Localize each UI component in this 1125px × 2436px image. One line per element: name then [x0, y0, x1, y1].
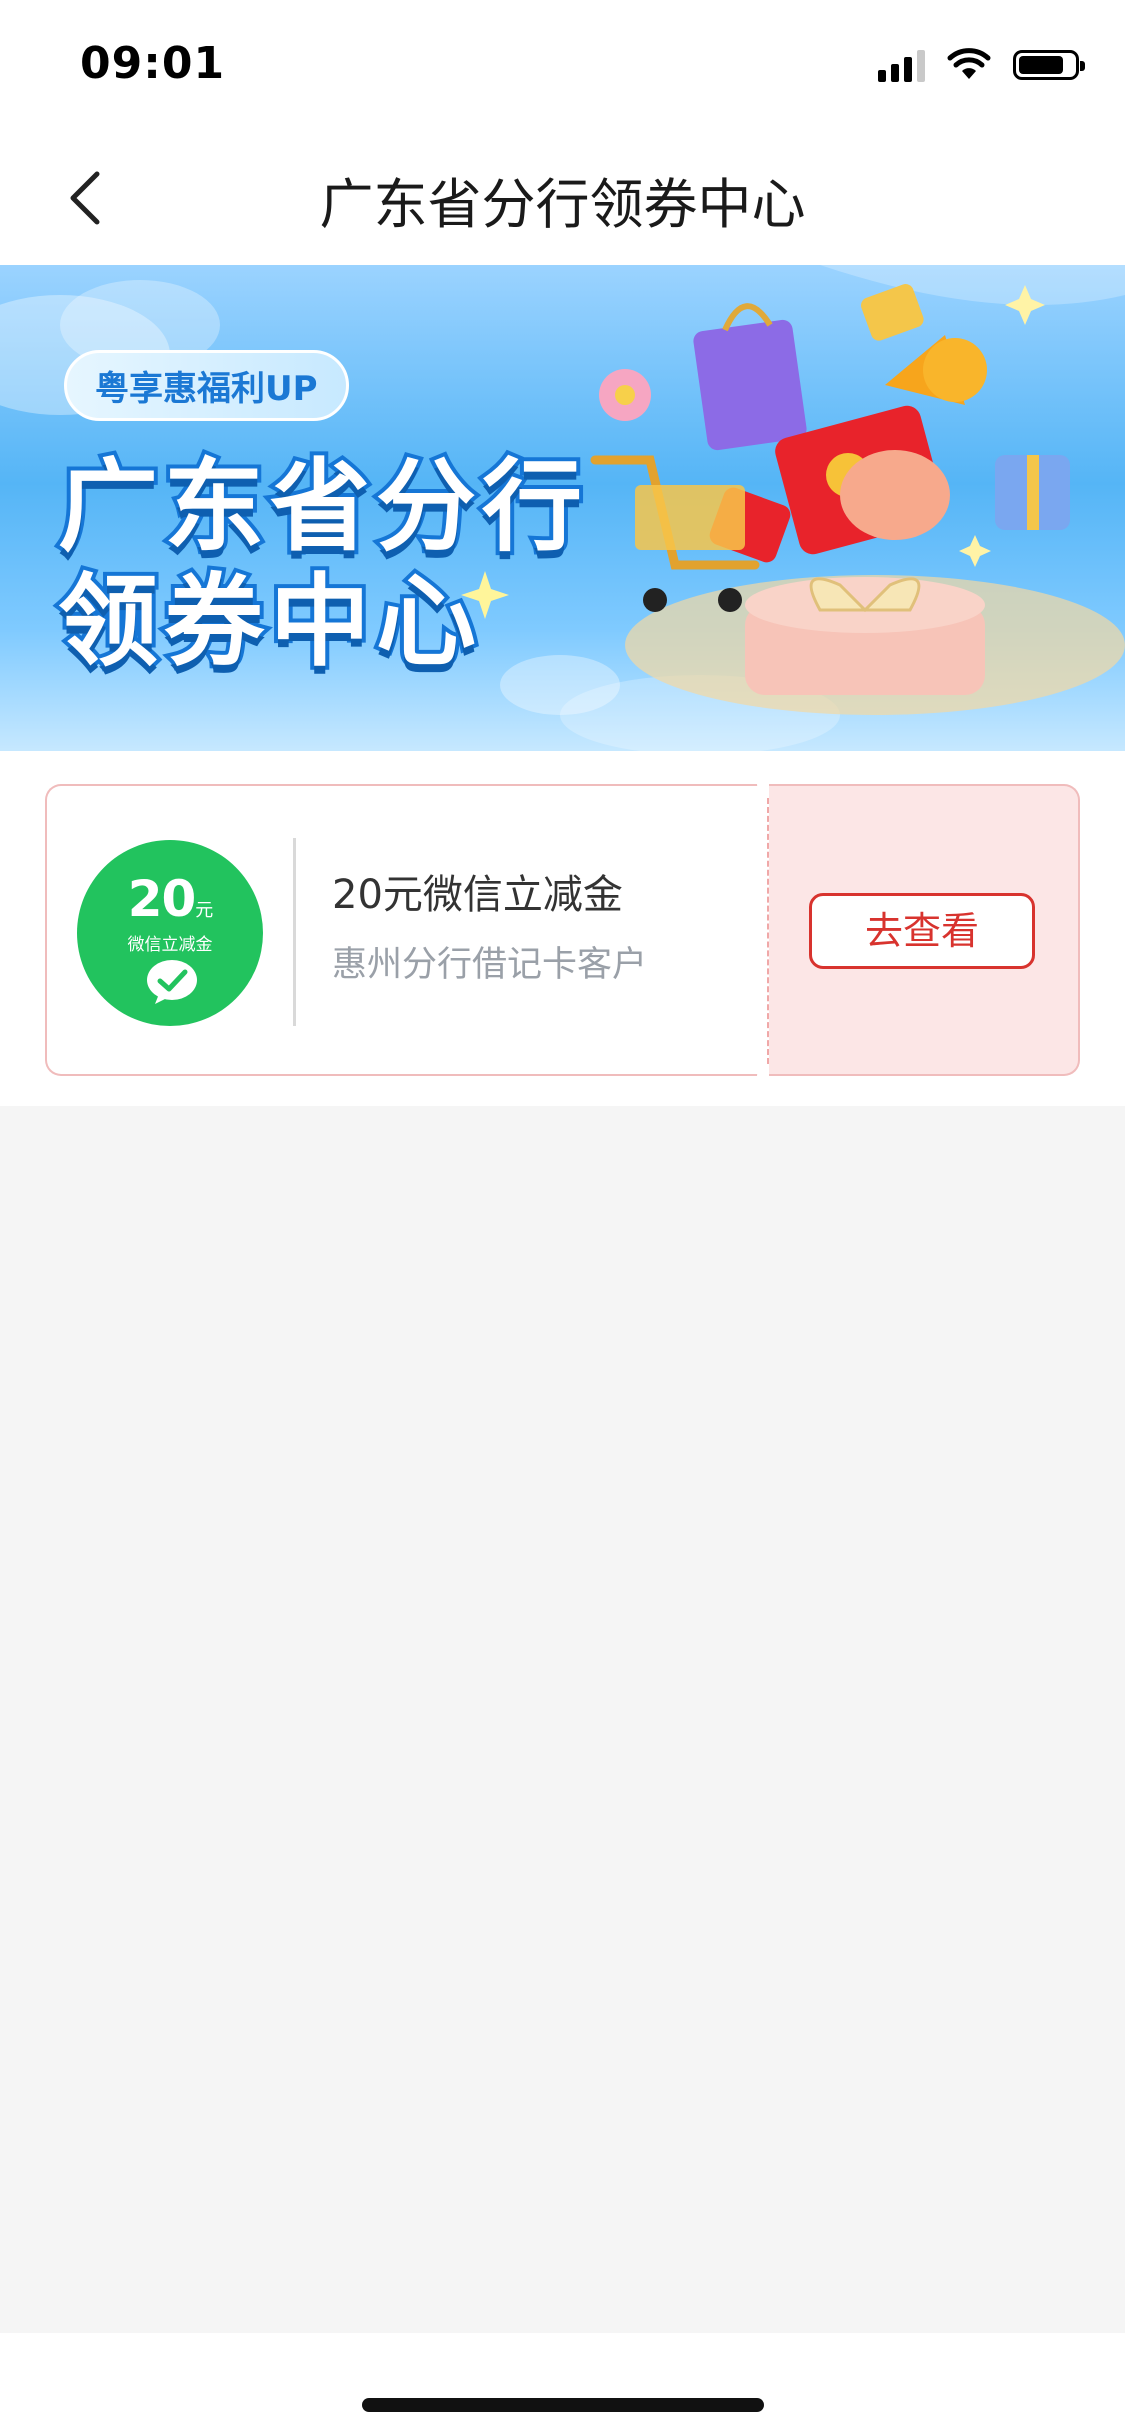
sparkle-icon: [461, 571, 509, 619]
coupon-action-area: 去查看: [769, 784, 1080, 1076]
view-coupon-button[interactable]: 去查看: [809, 893, 1035, 969]
home-indicator[interactable]: [362, 2398, 764, 2412]
bottom-safe-area: [0, 2333, 1125, 2436]
coupon-description: 惠州分行借记卡客户: [332, 945, 648, 985]
status-icons: [878, 48, 1085, 82]
coin-amount: 20元: [127, 870, 214, 928]
battery-icon: [1013, 50, 1085, 80]
coin-label: 微信立减金: [127, 935, 213, 955]
coupon-info: 20元 微信立减金 20元微信立减金 惠州分行借记卡客户: [45, 784, 769, 1076]
wechat-coupon-badge: 20元 微信立减金: [77, 840, 263, 1026]
wifi-icon: [947, 48, 991, 79]
coupon-title: 20元微信立减金: [332, 872, 623, 918]
status-bar: 09:01: [0, 0, 1125, 130]
nav-bar: 广东省分行领券中心: [0, 130, 1125, 265]
status-time: 09:01: [80, 38, 226, 89]
coupon-card: 20元 微信立减金 20元微信立减金 惠州分行借记卡客户 去查看: [45, 772, 1080, 1088]
coupon-list: 20元 微信立减金 20元微信立减金 惠州分行借记卡客户 去查看: [0, 751, 1125, 1106]
banner-title-line2: 领券中心: [54, 559, 482, 684]
page-title: 广东省分行领券中心: [319, 173, 806, 236]
banner-badge: 粤享惠福利UP: [64, 350, 349, 421]
wechat-pay-icon: [147, 960, 197, 1004]
shopping-gifts-illustration: [590, 284, 1125, 715]
promo-banner[interactable]: 粤享惠福利UP 广东省分行 领券中心: [0, 265, 1125, 751]
cellular-signal-icon: [878, 48, 925, 82]
separator: [293, 838, 296, 1026]
